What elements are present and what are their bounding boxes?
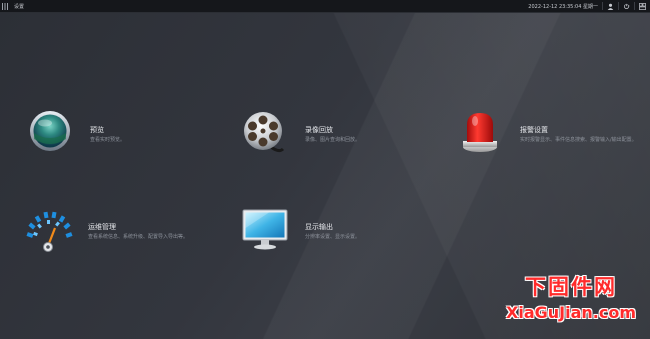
tile-display-output[interactable]: 显示输出 分辨率设置、显示设置。 bbox=[241, 206, 360, 258]
grid-icon[interactable] bbox=[2, 2, 8, 10]
tile-description: 查看实时预览。 bbox=[90, 137, 126, 143]
user-icon[interactable] bbox=[607, 3, 614, 10]
film-reel-icon bbox=[244, 112, 285, 153]
datetime-display: 2022-12-12 23:35:04 星期一 bbox=[528, 3, 598, 10]
top-bar: 设置 2022-12-12 23:35:04 星期一 bbox=[0, 0, 650, 13]
divider bbox=[634, 2, 635, 10]
tile-title: 运维管理 bbox=[88, 223, 116, 231]
background-sheen bbox=[0, 0, 650, 339]
watermark-cn: 下固件网 bbox=[525, 275, 617, 299]
divider bbox=[602, 2, 603, 10]
tile-description: 实时报警显示、事件信息搜索、报警输入/输出配置。 bbox=[520, 137, 637, 143]
tile-title: 显示输出 bbox=[305, 223, 333, 231]
tile-preview[interactable]: 预览 查看实时预览。 bbox=[26, 109, 125, 161]
tile-alarm[interactable]: 报警设置 实时报警显示、事件信息搜索、报警输入/输出配置。 bbox=[456, 109, 637, 161]
tile-description: 录像、图片查询和回放。 bbox=[305, 137, 361, 143]
preview-lens-icon bbox=[30, 111, 70, 151]
gauge-icon bbox=[26, 211, 73, 252]
tile-description: 查看系统信息、系统升级、配置导入导出等。 bbox=[88, 234, 189, 240]
power-icon[interactable] bbox=[623, 3, 630, 10]
page-title: 设置 bbox=[14, 3, 25, 10]
tile-description: 分辨率设置、显示设置。 bbox=[305, 234, 361, 240]
alarm-siren-icon bbox=[463, 113, 497, 152]
tile-title: 报警设置 bbox=[520, 126, 548, 134]
divider bbox=[618, 2, 619, 10]
watermark: 下固件网 XiaGuJian.com bbox=[506, 271, 636, 322]
tile-maintenance[interactable]: 运维管理 查看系统信息、系统升级、配置导入导出等。 bbox=[24, 206, 188, 258]
layout-icon[interactable] bbox=[639, 2, 646, 10]
tile-title: 预览 bbox=[90, 126, 104, 134]
tile-playback[interactable]: 录像回放 录像、图片查询和回放。 bbox=[241, 109, 360, 161]
watermark-en: XiaGuJian.com bbox=[506, 303, 636, 322]
tile-title: 录像回放 bbox=[305, 126, 333, 134]
monitor-icon bbox=[242, 209, 288, 250]
